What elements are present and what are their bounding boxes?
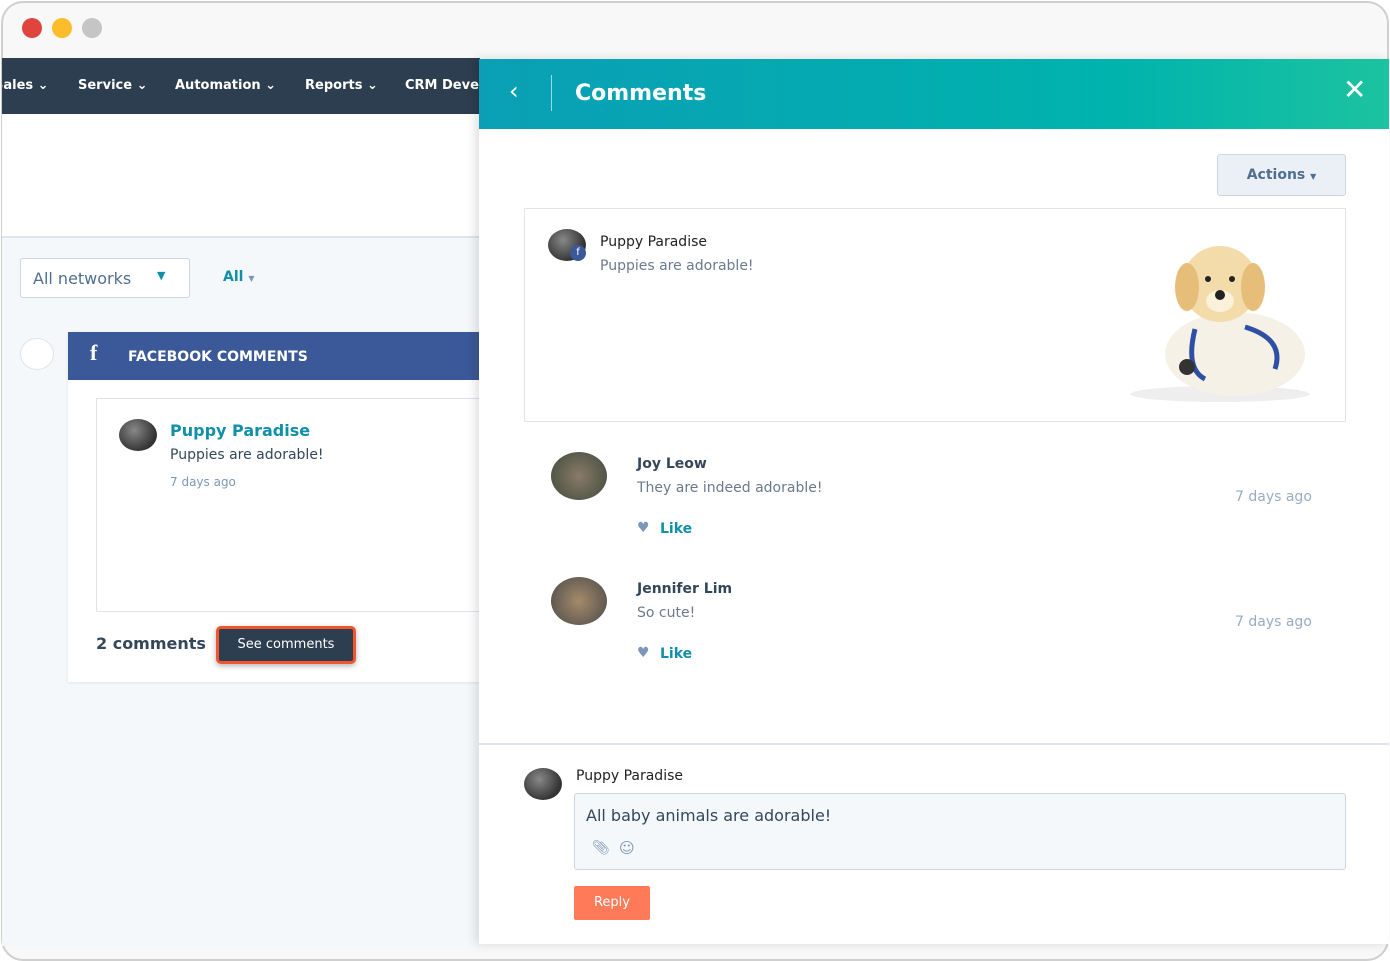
like-button[interactable]: Like [660, 646, 692, 662]
comment-text: They are indeed adorable! [637, 480, 823, 496]
post-text: Puppies are adorable! [600, 258, 754, 274]
maximize-window-button[interactable] [82, 18, 102, 38]
comment-time: 7 days ago [1235, 614, 1312, 630]
network-select[interactable]: All networks ▼ [20, 258, 190, 298]
reply-text: All baby animals are adorable! [586, 806, 832, 825]
comment-author: Jennifer Lim [637, 581, 733, 597]
facebook-icon: f [90, 340, 98, 365]
comment-text: So cute! [637, 605, 696, 621]
comment-count: 2 comments [96, 634, 206, 653]
nav-item-service[interactable]: Service ⌄ [78, 78, 147, 93]
reply-input[interactable]: All baby animals are adorable! 📎︎ ☺ [574, 793, 1346, 870]
post-time: 7 days ago [170, 475, 236, 489]
comment-item: Joy Leow They are indeed adorable! 7 day… [549, 449, 1329, 549]
close-icon[interactable]: ✕ [1343, 73, 1366, 106]
avatar [551, 452, 607, 500]
select-checkbox[interactable] [20, 338, 54, 370]
divider [551, 75, 552, 111]
post-author[interactable]: Puppy Paradise [170, 421, 310, 440]
reply-button[interactable]: Reply [574, 886, 650, 920]
post-author: Puppy Paradise [600, 234, 707, 250]
comments-panel: ‹ Comments ✕ Actions ▼ f Puppy Paradise … [479, 59, 1389, 944]
facebook-badge-icon: f [570, 245, 586, 261]
avatar [119, 419, 157, 451]
post-preview: Puppy Paradise Puppies are adorable! 7 d… [96, 398, 496, 612]
original-post: f Puppy Paradise Puppies are adorable! [524, 208, 1346, 422]
card-title: FACEBOOK COMMENTS [128, 349, 308, 365]
card-header: f FACEBOOK COMMENTS [68, 332, 488, 380]
close-window-button[interactable] [22, 18, 42, 38]
emoji-icon[interactable]: ☺ [619, 839, 635, 857]
feed-area: All networks ▼ All ▼ f FACEBOOK COMMENTS… [2, 236, 496, 946]
back-icon[interactable]: ‹ [509, 77, 519, 105]
attachment-icon[interactable]: 📎︎ [592, 840, 610, 856]
comment-item: Jennifer Lim So cute! 7 days ago ♥ Like [549, 574, 1329, 674]
comment-time: 7 days ago [1235, 489, 1312, 505]
heart-icon: ♥ [637, 645, 650, 661]
post-text: Puppies are adorable! [170, 447, 324, 463]
network-select-value: All networks [33, 269, 132, 288]
nav-item-reports[interactable]: Reports ⌄ [305, 78, 378, 93]
caret-down-icon: ▼ [248, 274, 255, 283]
type-filter-dropdown[interactable]: All ▼ [223, 269, 254, 285]
see-comments-button[interactable]: See comments [216, 626, 356, 664]
top-nav: Sales ⌄ Service ⌄ Automation ⌄ Reports ⌄… [2, 58, 480, 114]
minimize-window-button[interactable] [52, 18, 72, 38]
comment-author: Joy Leow [637, 456, 707, 472]
nav-item-automation[interactable]: Automation ⌄ [175, 78, 276, 93]
facebook-comments-card: f FACEBOOK COMMENTS Puppy Paradise Puppi… [68, 332, 496, 682]
actions-dropdown[interactable]: Actions ▼ [1217, 154, 1346, 196]
divider [479, 743, 1389, 745]
like-button[interactable]: Like [660, 521, 692, 537]
puppy-image [1130, 246, 1310, 402]
panel-header: ‹ Comments ✕ [479, 59, 1389, 129]
reply-author: Puppy Paradise [576, 768, 683, 784]
nav-item-sales[interactable]: Sales ⌄ [2, 78, 49, 93]
heart-icon: ♥ [637, 520, 650, 536]
avatar [524, 768, 562, 800]
caret-down-icon: ▼ [1310, 172, 1317, 181]
caret-down-icon: ▼ [157, 269, 166, 282]
panel-title: Comments [575, 81, 707, 106]
avatar [551, 577, 607, 625]
nav-item-crm-development[interactable]: CRM Deve [405, 78, 479, 93]
